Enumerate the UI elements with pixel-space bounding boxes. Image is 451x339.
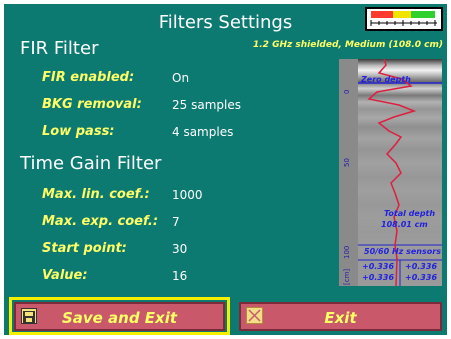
max-lin-coef-label: Max. lin. coef.:	[42, 187, 150, 202]
low-pass-value[interactable]: 4 samples	[172, 125, 233, 139]
reading-1: +0.336	[362, 262, 395, 271]
max-exp-coef-label: Max. exp. coef.:	[42, 214, 159, 229]
time-gain-filter-heading: Time Gain Filter	[20, 153, 162, 174]
filters-settings-screen: Filters Settings 1.2 GHz shielded, Mediu…	[4, 4, 447, 335]
save-and-exit-button[interactable]: Save and Exit	[14, 302, 225, 331]
value-label: Value:	[42, 268, 88, 283]
low-pass-label: Low pass:	[42, 124, 115, 139]
exit-label: Exit	[324, 309, 357, 327]
fir-enabled-value[interactable]: On	[172, 71, 189, 85]
start-point-value[interactable]: 30	[172, 242, 187, 256]
reading-4: +0.336	[405, 273, 438, 282]
value-value[interactable]: 16	[172, 269, 187, 283]
zero-depth-label: Zero depth	[361, 75, 411, 84]
antenna-info: 1.2 GHz shielded, Medium (108.0 cm)	[253, 40, 443, 50]
fir-filter-heading: FIR Filter	[20, 38, 99, 59]
max-exp-coef-value[interactable]: 7	[172, 215, 180, 229]
bkg-removal-label: BKG removal:	[42, 97, 142, 112]
scan-preview: 0 50 100 [cm] Zero depth Total depth 108…	[339, 59, 442, 286]
exit-button[interactable]: Exit	[239, 302, 442, 331]
reading-2: +0.336	[405, 262, 438, 271]
reading-3: +0.336	[362, 273, 395, 282]
start-point-label: Start point:	[42, 241, 127, 256]
total-depth-value: 108.01 cm	[381, 220, 428, 229]
max-lin-coef-value[interactable]: 1000	[172, 188, 203, 202]
sensors-label: 50/60 Hz sensors	[364, 247, 441, 256]
total-depth-label: Total depth	[384, 209, 436, 218]
fir-enabled-label: FIR enabled:	[42, 70, 135, 85]
bkg-removal-value[interactable]: 25 samples	[172, 98, 241, 112]
battery-level-icon	[365, 7, 443, 31]
save-and-exit-label: Save and Exit	[61, 309, 178, 327]
